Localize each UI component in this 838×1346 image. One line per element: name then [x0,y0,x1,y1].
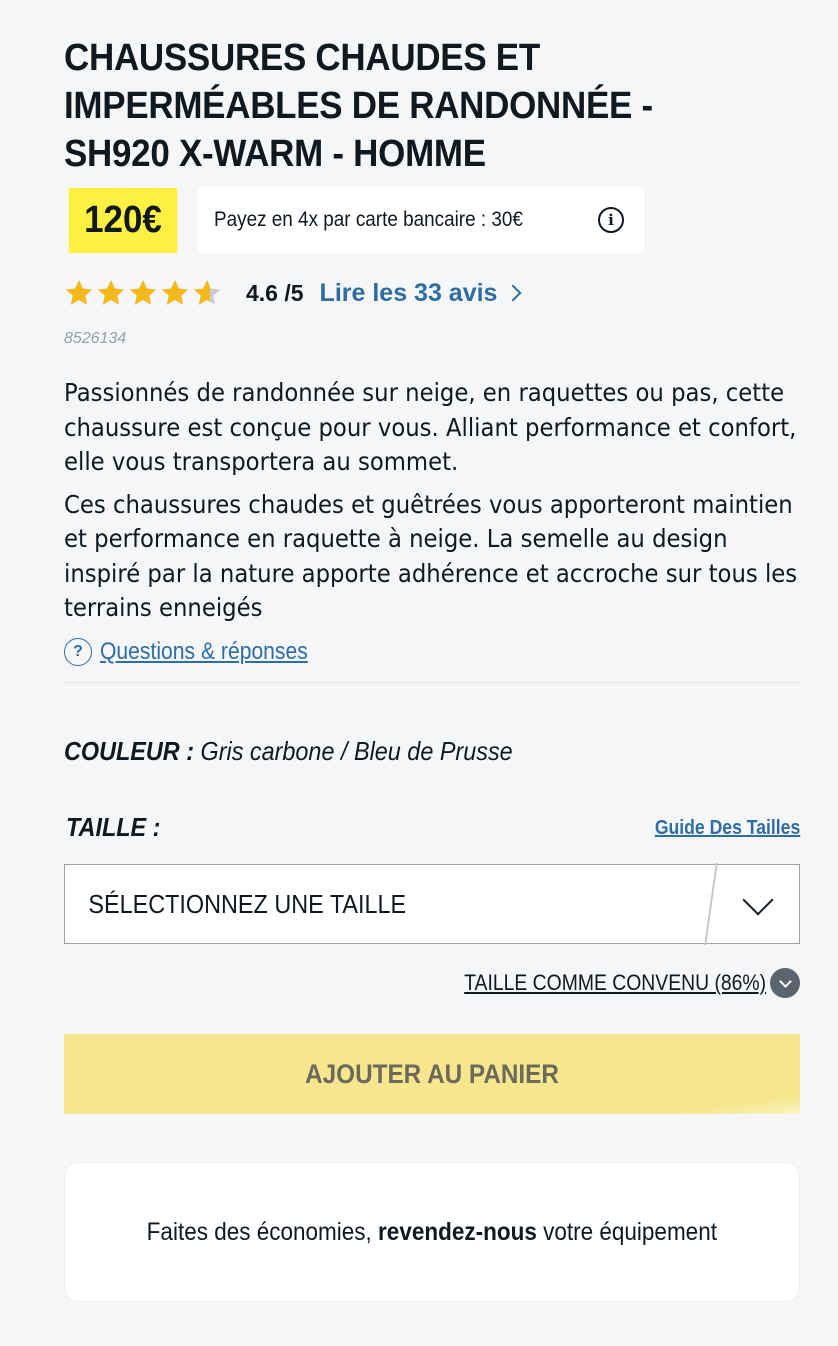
resell-suffix: votre équipement [543,1217,718,1246]
rating-stars [64,278,222,308]
description-paragraph: Passionnés de randonnée sur neige, en ra… [64,378,797,476]
chevron-down-icon[interactable] [770,968,800,998]
installment-box[interactable]: Payez en 4x par carte bancaire : 30€ i [198,186,644,254]
product-page: CHAUSSURES CHAUDES ET IMPERMÉABLES DE RA… [0,0,838,1346]
resell-bold: revendez-nous [378,1217,538,1246]
color-value: Gris carbone / Bleu de Prusse [200,736,513,766]
divider [64,682,800,683]
product-description: Passionnés de randonnée sur neige, en ra… [64,376,804,634]
qa-row[interactable]: ? Questions & réponses [64,638,336,666]
size-fit-link[interactable]: TAILLE COMME CONVENU (86%) [464,970,766,996]
info-icon[interactable]: i [598,207,624,233]
product-title: CHAUSSURES CHAUDES ET IMPERMÉABLES DE RA… [64,37,653,175]
resell-text: Faites des économies, revendez-nous votr… [147,1218,717,1247]
resell-banner[interactable]: Faites des économies, revendez-nous votr… [64,1162,800,1302]
star-icon [128,278,158,308]
add-to-cart-button[interactable]: AJOUTER AU PANIER [64,1034,800,1114]
size-select[interactable]: SÉLECTIONNEZ UNE TAILLE [64,863,800,945]
size-select-value: SÉLECTIONNEZ UNE TAILLE [88,888,407,919]
rating-row: 4.6 /5 Lire les 33 avis [64,276,522,310]
add-to-cart-label: AJOUTER AU PANIER [305,1058,559,1089]
chevron-right-icon [504,284,522,302]
description-paragraph: Ces chaussures chaudes et guêtrées vous … [64,489,798,623]
star-icon [160,278,190,308]
size-label: TAILLE : [66,812,161,842]
size-fit-row[interactable]: TAILLE COMME CONVENU (86%) [423,968,800,998]
product-sku: 8526134 [64,330,127,347]
star-icon [64,278,94,308]
color-label: COULEUR : [64,736,194,766]
chevron-down-icon [742,884,774,916]
installment-text: Payez en 4x par carte bancaire : 30€ [214,208,523,231]
size-guide-link[interactable]: Guide Des Tailles [655,817,800,840]
questions-answers-link[interactable]: Questions & réponses [100,638,308,666]
question-icon: ? [64,638,92,666]
rating-score: 4.6 /5 [246,279,304,306]
reviews-link[interactable]: Lire les 33 avis [319,278,522,308]
price-badge: 120€ [68,187,178,253]
price-row: 120€ Payez en 4x par carte bancaire : 30… [64,186,644,254]
color-row: COULEUR : Gris carbone / Bleu de Prusse [64,736,513,767]
reviews-link-label: Lire les 33 avis [319,278,498,307]
star-icon [192,278,222,308]
star-icon [96,278,126,308]
resell-prefix: Faites des économies, [146,1217,372,1246]
